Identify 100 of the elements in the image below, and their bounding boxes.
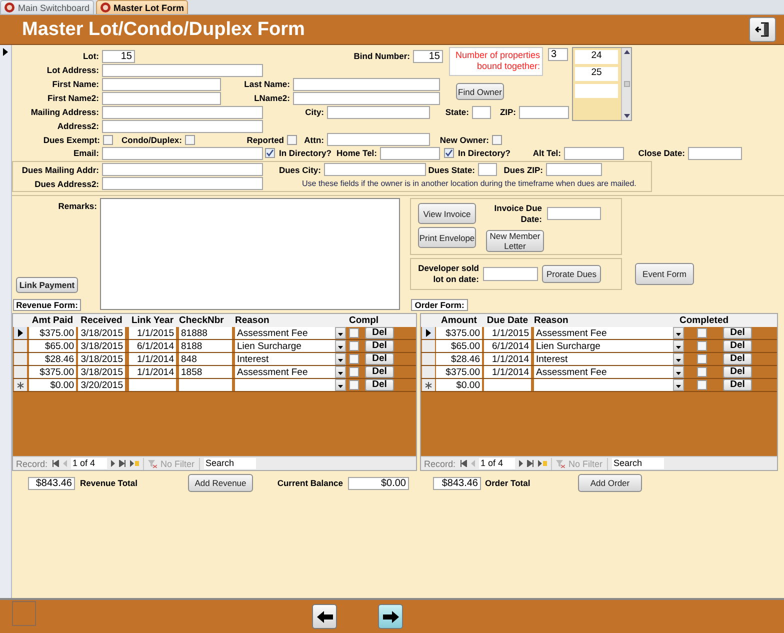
list-item[interactable]: 24 [575,50,618,64]
scroll-up-icon[interactable] [624,50,630,54]
delete-button[interactable]: Del [365,366,394,378]
delete-button[interactable]: Del [723,366,752,378]
input-field[interactable] [293,92,440,104]
dropdown-button[interactable] [335,327,346,339]
dropdown-button[interactable] [673,379,684,391]
reason-field[interactable]: Assessment Fee [534,366,673,378]
dropdown-button[interactable] [335,340,346,352]
input-field[interactable] [327,133,430,146]
next-record-icon[interactable] [110,460,115,467]
scrollbar[interactable] [621,48,631,120]
delete-button[interactable]: Del [365,353,394,365]
dropdown-button[interactable] [335,379,346,391]
input-field[interactable] [483,267,538,281]
previous-record-button[interactable] [312,604,337,629]
reason-field[interactable]: Interest [534,353,673,365]
checkbox[interactable] [697,328,707,338]
input-field[interactable] [102,120,263,132]
reason-field[interactable] [534,379,673,391]
delete-button[interactable]: Del [723,327,752,339]
checkbox[interactable] [287,134,297,144]
checkbox[interactable] [697,341,707,351]
record-selector[interactable] [422,379,435,391]
filter-icon[interactable] [556,460,565,468]
add-revenue-button[interactable]: Add Revenue [188,474,253,492]
record-selector[interactable] [14,327,27,339]
checkbox[interactable] [349,328,359,338]
input-field[interactable] [380,146,440,160]
checkbox[interactable] [697,367,707,377]
input-field[interactable] [102,146,263,160]
last-record-icon[interactable] [118,460,126,467]
dropdown-button[interactable] [335,353,346,365]
new-record-icon[interactable] [130,460,139,467]
dropdown-button[interactable] [673,353,684,365]
checkbox[interactable] [349,367,359,377]
exit-button[interactable] [749,17,776,42]
reason-field[interactable]: Lien Surcharge [534,340,673,352]
dropdown-button[interactable] [673,327,684,339]
print-envelope-button[interactable]: Print Envelope [418,227,476,248]
input-field[interactable] [478,163,497,176]
find-owner-button[interactable]: Find Owner [456,83,504,100]
prorate-dues-button[interactable]: Prorate Dues [542,265,601,283]
dropdown-button[interactable] [673,366,684,378]
scroll-thumb[interactable] [624,81,630,87]
document-tab[interactable]: Main Switchboard [0,0,94,14]
input-field[interactable] [688,146,742,160]
input-field[interactable] [102,92,221,104]
first-record-icon[interactable] [52,460,59,467]
delete-button[interactable]: Del [365,379,394,391]
scroll-down-icon[interactable] [624,114,630,118]
checkbox[interactable] [492,134,502,144]
dropdown-button[interactable] [673,340,684,352]
input-field[interactable] [327,106,430,118]
delete-button[interactable]: Del [723,379,752,391]
next-record-icon[interactable] [518,460,523,467]
previous-record-icon[interactable] [470,460,475,467]
checkbox[interactable] [185,134,195,144]
input-field[interactable]: 3 [548,48,568,61]
checkbox[interactable] [349,380,359,390]
input-field[interactable] [519,106,569,118]
input-field[interactable]: $843.46 [28,476,75,490]
remarks-field[interactable] [100,198,400,310]
view-invoice-button[interactable]: View Invoice [418,203,476,224]
checkbox[interactable] [103,134,113,144]
input-field[interactable] [546,163,602,176]
input-field[interactable]: $843.46 [433,476,481,490]
input-field[interactable] [547,207,601,220]
event-form-button[interactable]: Event Form [635,263,694,285]
document-tab[interactable]: Master Lot Form [96,0,188,14]
reason-field[interactable]: Interest [235,353,335,365]
record-selector[interactable] [14,379,27,391]
record-selector[interactable] [422,327,435,339]
link-payment-button[interactable]: Link Payment [16,277,78,293]
delete-button[interactable]: Del [723,340,752,352]
input-field[interactable]: 15 [413,50,443,62]
input-field[interactable] [293,78,440,90]
delete-button[interactable]: Del [365,340,394,352]
input-field[interactable] [564,146,624,160]
input-field[interactable] [102,177,263,190]
dropdown-button[interactable] [335,366,346,378]
input-field[interactable] [324,163,426,176]
reason-field[interactable]: Assessment Fee [235,327,335,339]
input-field[interactable] [102,106,263,118]
checkbox[interactable] [444,148,454,158]
delete-button[interactable]: Del [723,353,752,365]
first-record-icon[interactable] [460,460,467,467]
new-record-icon[interactable] [538,460,547,467]
input-field[interactable] [102,64,263,76]
new-member-letter-button[interactable]: New Member Letter [486,230,544,252]
checkbox[interactable] [349,354,359,364]
search-field[interactable]: Search [612,458,664,469]
list-item[interactable]: 25 [575,67,618,81]
input-field[interactable] [102,78,221,90]
input-field[interactable]: 15 [102,50,135,62]
input-field[interactable]: $0.00 [348,476,409,490]
next-record-button[interactable] [378,604,403,629]
search-field[interactable]: Search [204,458,256,469]
previous-record-icon[interactable] [62,460,67,467]
add-order-button[interactable]: Add Order [578,474,642,492]
